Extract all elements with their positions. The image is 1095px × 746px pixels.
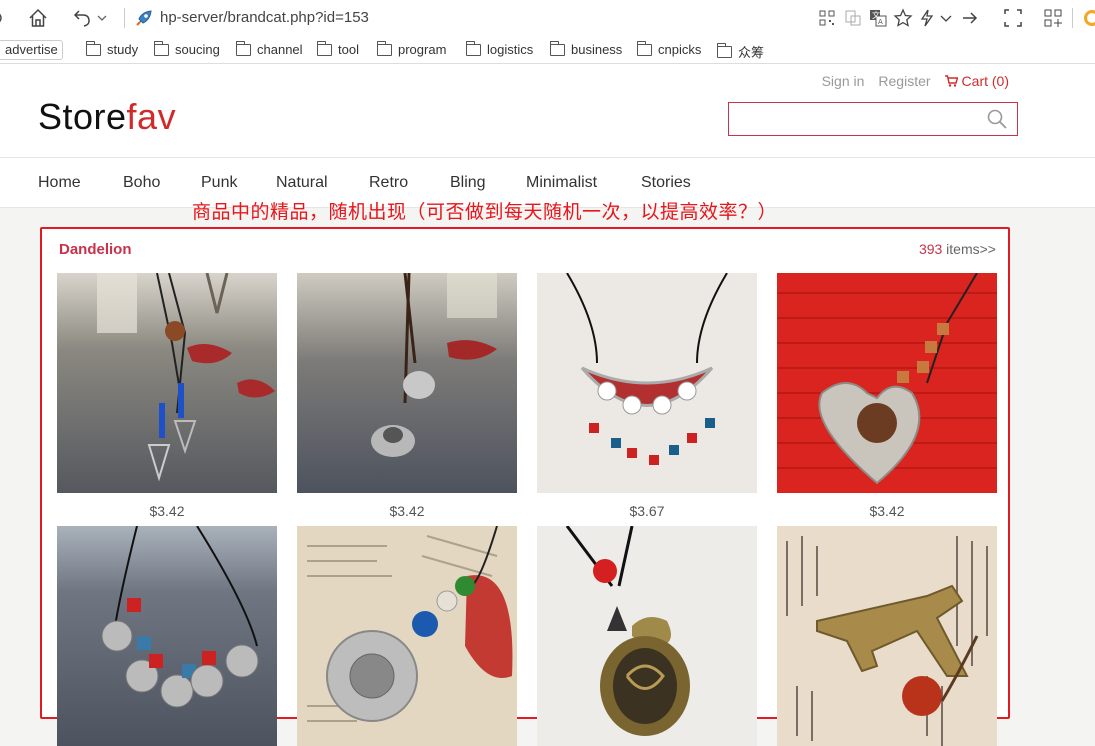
site-logo[interactable]: Storefav <box>38 96 176 138</box>
home-icon[interactable] <box>28 8 48 28</box>
screenshot-icon[interactable] <box>1003 8 1023 28</box>
register-link[interactable]: Register <box>878 73 930 89</box>
featured-products-panel: Dandelion 393 items>> $3.42 $3.42 $3.67 … <box>40 227 1010 746</box>
lightning-icon[interactable] <box>917 8 937 28</box>
folder-icon <box>466 40 481 56</box>
cart-link[interactable]: Cart (0) <box>944 73 1009 89</box>
chevron-down-icon[interactable] <box>939 8 953 28</box>
folder-icon <box>86 40 101 56</box>
search-input[interactable] <box>729 103 969 133</box>
toolbar-separator <box>124 8 125 28</box>
search-box <box>728 102 1018 136</box>
product-image[interactable] <box>297 526 517 746</box>
undo-icon[interactable] <box>72 8 92 28</box>
sign-in-link[interactable]: Sign in <box>822 73 865 89</box>
address-bar-url[interactable]: hp-server/brandcat.php?id=153 <box>160 9 369 26</box>
cart-label: Cart (0) <box>961 73 1009 89</box>
bookmark-label: soucing <box>175 42 220 57</box>
logo-text-fav: fav <box>126 96 177 137</box>
svg-text:A: A <box>878 18 883 26</box>
bookmark-item[interactable]: 众筹 <box>717 42 764 61</box>
bookmark-label: study <box>107 42 139 57</box>
product-price: $3.67 <box>629 503 665 519</box>
product-card[interactable] <box>777 526 997 746</box>
annotation-note: 商品中的精品，随机出现（可否做到每天随机一次，以提高效率？） <box>192 201 778 223</box>
product-image[interactable] <box>537 273 757 493</box>
product-card[interactable] <box>537 526 757 746</box>
folder-icon <box>377 40 392 56</box>
arrow-right-icon[interactable] <box>960 8 980 28</box>
product-card[interactable]: $3.67 <box>537 273 757 519</box>
account-links: Sign in Register Cart (0) <box>822 73 1009 89</box>
bookmark-item[interactable]: logistics <box>466 40 534 57</box>
product-card[interactable]: $3.42 <box>777 273 997 519</box>
rocket-icon <box>136 10 152 26</box>
browser-toolbar: hp-server/brandcat.php?id=153 文A <box>0 0 1095 36</box>
bookmark-label: channel <box>257 42 303 57</box>
nav-item-stories[interactable]: Stories <box>641 174 691 192</box>
bookmark-label: business <box>571 42 623 57</box>
product-image[interactable] <box>57 273 277 493</box>
bookmark-label: cnpicks <box>658 42 702 57</box>
nav-item-home[interactable]: Home <box>38 174 81 192</box>
profile-icon[interactable] <box>1082 8 1095 28</box>
bookmark-item[interactable]: cnpicks <box>637 40 702 57</box>
folder-icon <box>317 40 332 56</box>
forward-icon[interactable] <box>0 8 10 28</box>
nav-item-natural[interactable]: Natural <box>276 174 328 192</box>
translate-icon[interactable]: 文A <box>868 8 888 28</box>
qr-code-icon[interactable] <box>817 8 837 28</box>
apps-grid-icon[interactable] <box>1043 8 1063 28</box>
item-count: 393 <box>918 241 943 257</box>
nav-item-minimalist[interactable]: Minimalist <box>526 174 597 192</box>
product-image[interactable] <box>537 526 757 746</box>
toolbar-separator <box>1072 8 1073 28</box>
site-header: Storefav Sign in Register Cart (0) <box>0 64 1095 158</box>
chevron-down-icon[interactable] <box>96 8 108 28</box>
bookmarks-bar: advertise study soucing channel tool pro… <box>0 36 1095 64</box>
bookmark-item[interactable]: advertise <box>0 40 63 60</box>
bookmark-label: logistics <box>487 42 534 57</box>
cart-icon <box>944 75 958 87</box>
nav-item-boho[interactable]: Boho <box>123 174 160 192</box>
nav-item-bling[interactable]: Bling <box>450 174 486 192</box>
bookmark-label: advertise <box>5 42 58 57</box>
product-card[interactable] <box>297 526 517 746</box>
nav-item-retro[interactable]: Retro <box>369 174 408 192</box>
product-price: $3.42 <box>149 503 185 519</box>
folder-icon <box>550 40 565 56</box>
product-price: $3.42 <box>389 503 425 519</box>
items-label: items>> <box>942 241 996 257</box>
product-image[interactable] <box>777 526 997 746</box>
logo-text-store: Store <box>38 96 127 137</box>
search-icon[interactable] <box>987 109 1007 129</box>
product-image[interactable] <box>57 526 277 746</box>
folder-icon <box>717 42 732 58</box>
bookmark-item[interactable]: soucing <box>154 40 220 57</box>
bookmark-label: tool <box>338 42 359 57</box>
product-card[interactable]: $3.42 <box>57 273 277 519</box>
bookmark-item[interactable]: channel <box>236 40 303 57</box>
folder-icon <box>154 40 169 56</box>
star-icon[interactable] <box>893 8 913 28</box>
bookmark-item[interactable]: tool <box>317 40 359 57</box>
product-price: $3.42 <box>869 503 905 519</box>
folder-icon <box>236 40 251 56</box>
bookmark-item[interactable]: business <box>550 40 623 57</box>
bookmark-item[interactable]: program <box>377 40 447 57</box>
folder-icon <box>637 40 652 56</box>
bookmark-item[interactable]: study <box>86 40 139 57</box>
bookmark-label: 众筹 <box>738 46 765 61</box>
view-all-link[interactable]: 393 items>> <box>919 241 996 257</box>
nav-item-punk[interactable]: Punk <box>201 174 237 192</box>
product-image[interactable] <box>777 273 997 493</box>
reader-mode-icon[interactable] <box>843 8 863 28</box>
product-card[interactable]: $3.42 <box>297 273 517 519</box>
bookmark-label: program <box>398 42 447 57</box>
product-image[interactable] <box>297 273 517 493</box>
section-title[interactable]: Dandelion <box>59 241 132 258</box>
product-card[interactable] <box>57 526 277 746</box>
